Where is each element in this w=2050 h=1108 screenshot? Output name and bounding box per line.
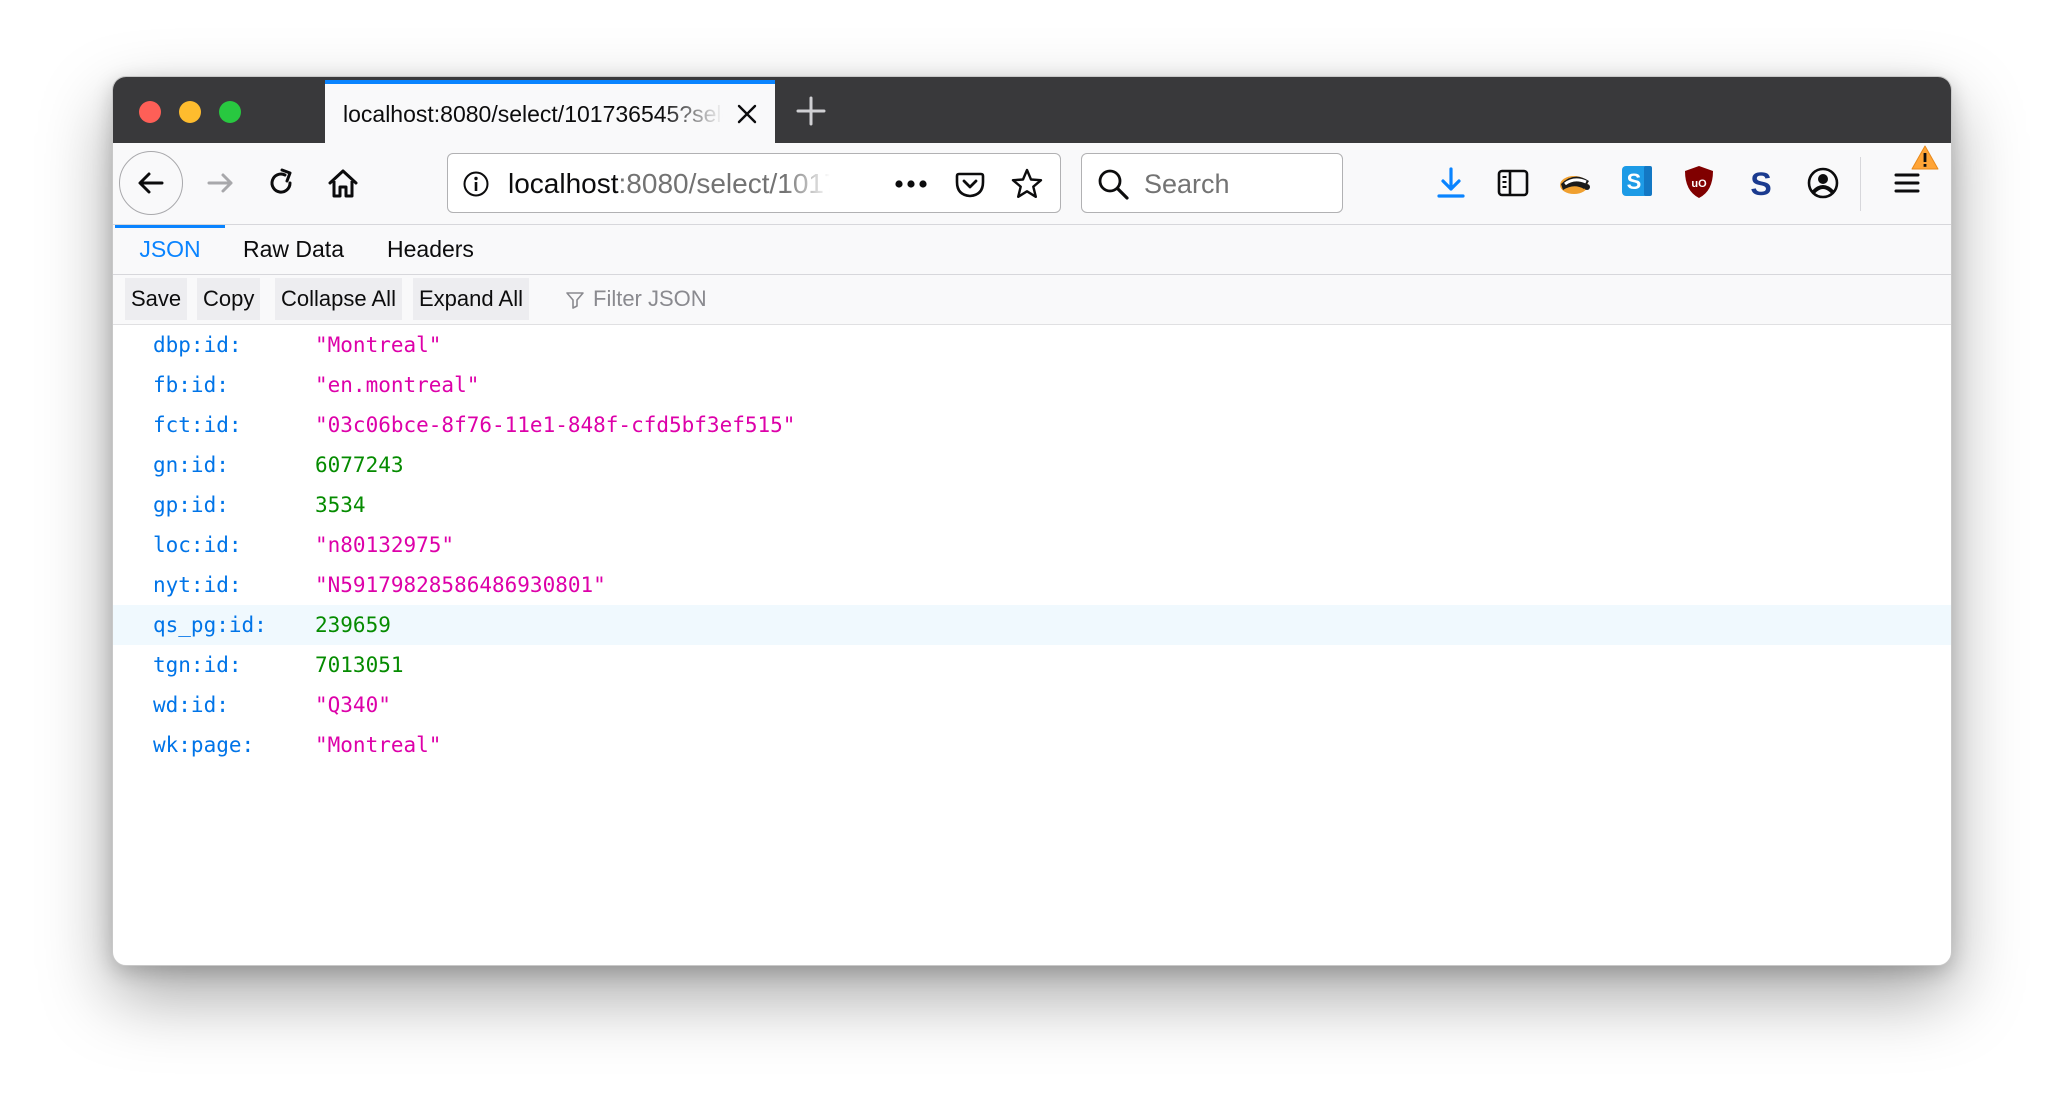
tab-title: localhost:8080/select/101736545?select=* — [343, 101, 723, 127]
json-row[interactable]: nyt:id: "N59179828586486930801" — [113, 565, 1951, 605]
url-bar[interactable]: localhost:8080/select/101736545?select=* — [447, 153, 1061, 213]
url-host: localhost — [508, 168, 619, 199]
account-icon[interactable] — [1805, 165, 1841, 201]
json-value: 6077243 — [315, 453, 404, 477]
zoom-window-button[interactable] — [219, 101, 241, 123]
url-text[interactable]: localhost:8080/select/101736545?select=* — [508, 168, 830, 200]
expand-all-button[interactable]: Expand All — [413, 278, 529, 320]
forward-arrow-icon[interactable] — [203, 165, 239, 201]
json-row[interactable]: loc:id: "n80132975" — [113, 525, 1951, 565]
collapse-all-button[interactable]: Collapse All — [275, 278, 402, 320]
pocket-icon[interactable] — [954, 168, 986, 200]
json-row[interactable]: dbp:id: "Montreal" — [113, 325, 1951, 365]
page-actions-icon[interactable] — [894, 178, 928, 190]
json-row[interactable]: tgn:id: 7013051 — [113, 645, 1951, 685]
json-key: loc:id: — [153, 533, 242, 557]
new-tab-icon[interactable] — [791, 91, 831, 131]
browser-window: localhost:8080/select/101736545?select=* — [112, 76, 1952, 966]
json-row[interactable]: gp:id: 3534 — [113, 485, 1951, 525]
close-window-button[interactable] — [139, 101, 161, 123]
json-key: wk:page: — [153, 733, 255, 757]
json-value: "N59179828586486930801" — [315, 573, 606, 597]
sidebar-icon[interactable] — [1495, 165, 1531, 201]
json-value: 3534 — [315, 493, 366, 517]
json-key: gp:id: — [153, 493, 229, 517]
json-value: "Montreal" — [315, 333, 442, 357]
json-key: wd:id: — [153, 693, 229, 717]
tab-headers[interactable]: Headers — [387, 225, 474, 274]
search-icon — [1098, 169, 1129, 200]
close-tab-icon[interactable] — [733, 100, 761, 128]
toolbar-separator — [1860, 157, 1861, 211]
search-placeholder: Search — [1144, 169, 1230, 199]
json-value: "Q340" — [315, 693, 391, 717]
json-key: dbp:id: — [153, 333, 242, 357]
search-bar[interactable]: Search — [1081, 153, 1343, 213]
browser-tab[interactable]: localhost:8080/select/101736545?select=* — [325, 80, 775, 143]
site-info-icon[interactable] — [462, 170, 490, 198]
json-key: tgn:id: — [153, 653, 242, 677]
json-key: fct:id: — [153, 413, 242, 437]
json-key: qs_pg:id: — [153, 613, 267, 637]
filter-json-input[interactable]: Filter JSON — [593, 286, 707, 312]
json-key: nyt:id: — [153, 573, 242, 597]
svg-text:S: S — [1627, 169, 1642, 194]
back-button[interactable] — [119, 151, 183, 215]
back-arrow-icon — [138, 172, 164, 194]
grammar-s-icon[interactable]: S — [1743, 165, 1779, 201]
tab-raw-data[interactable]: Raw Data — [243, 225, 344, 274]
home-icon[interactable] — [325, 165, 361, 201]
navigation-toolbar: localhost:8080/select/101736545?select=*… — [113, 143, 1951, 225]
json-row[interactable]: wk:page: "Montreal" — [113, 725, 1951, 765]
ublock-origin-icon[interactable]: uO — [1681, 164, 1717, 200]
json-row[interactable]: qs_pg:id: 239659 — [113, 605, 1951, 645]
json-value: "03c06bce-8f76-11e1-848f-cfd5bf3ef515" — [315, 413, 796, 437]
url-path: :8080/select/101736545?select=* — [618, 168, 830, 199]
privacy-badger-icon[interactable] — [1557, 165, 1593, 201]
skype-extension-icon[interactable]: S — [1619, 163, 1655, 199]
filter-icon — [566, 292, 584, 309]
json-value: 239659 — [315, 613, 391, 637]
minimize-window-button[interactable] — [179, 101, 201, 123]
json-row[interactable]: gn:id: 6077243 — [113, 445, 1951, 485]
json-key: gn:id: — [153, 453, 229, 477]
svg-text:S: S — [1750, 166, 1771, 201]
tab-json[interactable]: JSON — [115, 225, 225, 274]
svg-text:uO: uO — [1691, 178, 1707, 190]
json-value: "n80132975" — [315, 533, 455, 557]
tab-bar: localhost:8080/select/101736545?select=* — [113, 77, 1951, 143]
save-button[interactable]: Save — [125, 278, 188, 320]
viewer-tab-bar: JSON Raw Data Headers — [113, 225, 1951, 275]
json-value: 7013051 — [315, 653, 404, 677]
reload-icon[interactable] — [263, 165, 299, 201]
json-key: fb:id: — [153, 373, 229, 397]
json-row[interactable]: fb:id: "en.montreal" — [113, 365, 1951, 405]
json-value: "Montreal" — [315, 733, 442, 757]
copy-button[interactable]: Copy — [197, 278, 261, 320]
json-rows: dbp:id: "Montreal" fb:id: "en.montreal" fct:… — [113, 325, 1951, 765]
json-value: "en.montreal" — [315, 373, 480, 397]
json-toolbar: Save Copy Collapse All Expand All Filter… — [113, 275, 1951, 325]
bookmark-star-icon[interactable] — [1010, 167, 1044, 201]
warning-icon — [1911, 145, 1939, 170]
json-row[interactable]: wd:id: "Q340" — [113, 685, 1951, 725]
downloads-icon[interactable] — [1433, 165, 1469, 201]
json-row[interactable]: fct:id: "03c06bce-8f76-11e1-848f-cfd5bf3e… — [113, 405, 1951, 445]
